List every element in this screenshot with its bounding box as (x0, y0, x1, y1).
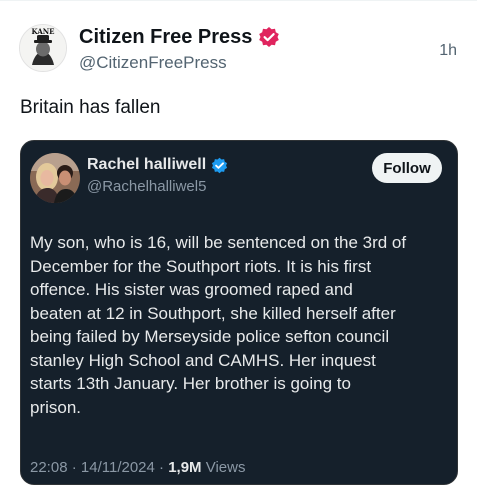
views-label: Views (205, 459, 246, 476)
quoted-time[interactable]: 22:08 (30, 459, 68, 476)
meta-separator: · (71, 459, 77, 476)
avatar-image: KANE (20, 25, 66, 71)
post-text: Britain has fallen (20, 97, 161, 118)
post: KANE Citizen Free Press @CitizenFreePres… (0, 0, 477, 500)
quoted-author-name-row[interactable]: Rachel halliwell (87, 154, 228, 176)
quoted-text-line: stanley High School and CAMHS. Her inque… (30, 350, 376, 370)
quoted-tweet-card[interactable]: Rachel halliwell @Rachelhalliwel5 Follow… (20, 140, 458, 485)
quoted-verified-badge-icon (211, 157, 228, 174)
quoted-tweet-text: My son, who is 16, will be sentenced on … (30, 231, 452, 419)
author-display-name[interactable]: Citizen Free Press (79, 26, 252, 49)
quoted-text-line: December for the Southport riots. It is … (30, 256, 372, 276)
avatar-kane-text: KANE (32, 27, 55, 36)
author-name-row[interactable]: Citizen Free Press (79, 24, 280, 50)
quoted-author-handle[interactable]: @Rachelhalliwel5 (87, 178, 206, 195)
quoted-text-line: starts 13th January. Her brother is goin… (30, 374, 351, 393)
quoted-text-line: prison. (30, 397, 82, 417)
quoted-text-line: being failed by Merseyside police sefton… (30, 327, 390, 346)
quoted-text-line: offence. His sister was groomed raped an… (30, 280, 353, 299)
quoted-text-line: beaten at 12 in Southport, she killed he… (30, 303, 396, 323)
quoted-avatar-image (30, 153, 80, 203)
quoted-date[interactable]: 14/11/2024 (81, 459, 155, 476)
quoted-author-display-name[interactable]: Rachel halliwell (87, 156, 206, 174)
verified-badge-icon (258, 26, 280, 48)
author-avatar[interactable]: KANE (19, 24, 67, 72)
quoted-text-line: My son, who is 16, will be sentenced on … (30, 233, 407, 252)
quoted-tweet-meta: 22:08 · 14/11/2024 · 1,9M Views (30, 459, 245, 476)
meta-separator: · (159, 459, 165, 476)
follow-button[interactable]: Follow (372, 153, 442, 183)
views-count: 1,9M (168, 459, 202, 476)
post-timestamp[interactable]: 1h (439, 42, 457, 60)
author-handle[interactable]: @CitizenFreePress (79, 53, 227, 73)
quoted-author-avatar[interactable] (30, 153, 80, 203)
